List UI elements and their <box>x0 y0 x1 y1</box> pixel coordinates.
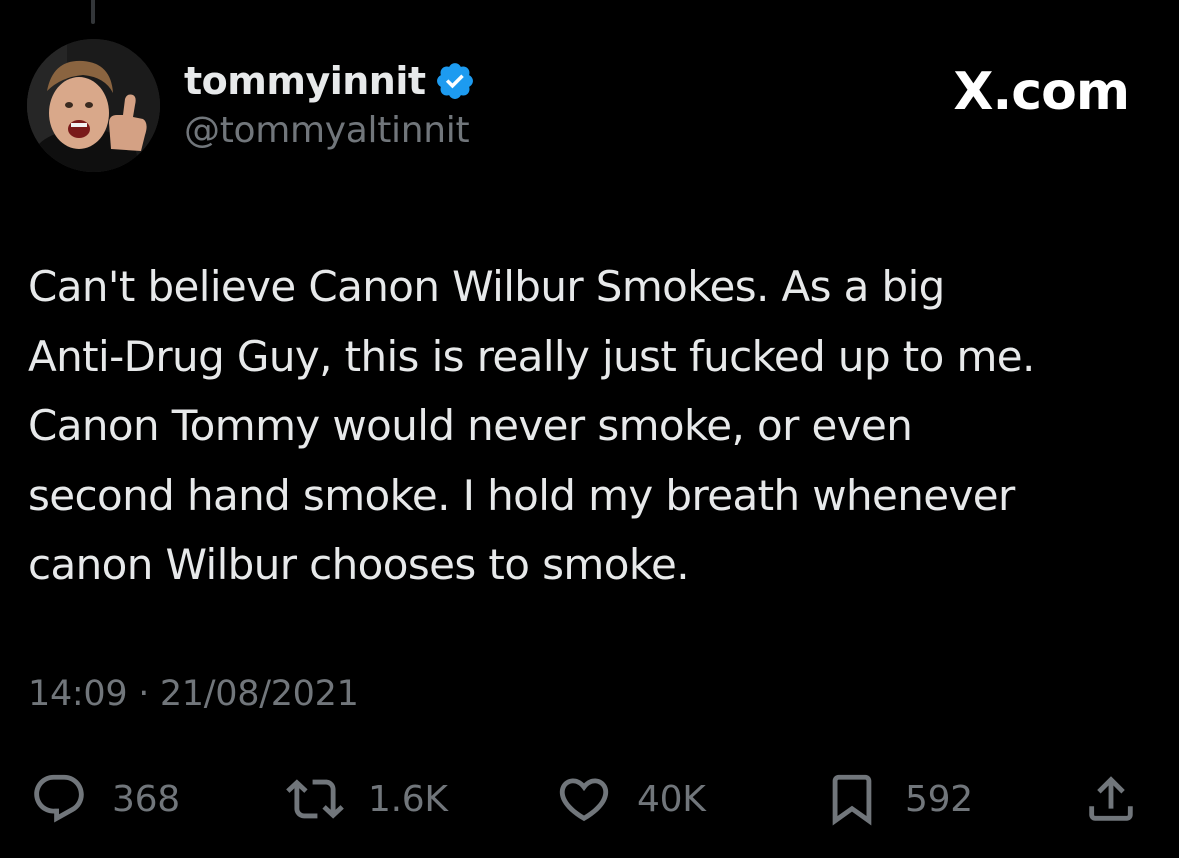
reply-icon <box>34 774 84 823</box>
author-handle[interactable]: @tommyaltinnit <box>184 110 470 151</box>
tweet-line: Anti-Drug Guy, this is really just fucke… <box>28 331 1035 381</box>
heart-icon <box>559 778 609 822</box>
reply-count: 368 <box>112 778 180 820</box>
tweet-timestamp[interactable]: 14:09 · 21/08/2021 <box>28 674 359 714</box>
avatar-image <box>27 39 160 172</box>
bookmark-button[interactable]: 592 <box>823 770 973 828</box>
bookmark-count: 592 <box>905 778 973 820</box>
verified-badge-icon <box>436 63 473 99</box>
avatar[interactable] <box>27 39 160 172</box>
brand-watermark: X.com <box>953 62 1130 122</box>
tweet-line: second hand smoke. I hold my breath when… <box>28 470 1015 520</box>
like-button[interactable]: 40K <box>555 770 706 828</box>
repost-icon <box>286 779 344 819</box>
tweet-line: canon Wilbur chooses to smoke. <box>28 540 690 589</box>
share-icon <box>1089 776 1133 821</box>
reply-button[interactable]: 368 <box>30 770 180 828</box>
like-count: 40K <box>637 778 706 820</box>
tweet-line: Can't believe Canon Wilbur Smokes. As a … <box>28 262 945 311</box>
display-name[interactable]: tommyinnit <box>184 59 426 103</box>
share-button[interactable] <box>1082 770 1140 828</box>
author-name-row[interactable]: tommyinnit <box>184 56 476 106</box>
tweet-text: Can't believe Canon Wilbur Smokes. As a … <box>28 252 1153 600</box>
thread-connector-line <box>91 0 95 24</box>
repost-count: 1.6K <box>368 778 448 820</box>
repost-button[interactable]: 1.6K <box>286 770 448 828</box>
bookmark-icon <box>832 774 872 826</box>
tweet-line: Canon Tommy would never smoke, or even <box>28 401 913 450</box>
